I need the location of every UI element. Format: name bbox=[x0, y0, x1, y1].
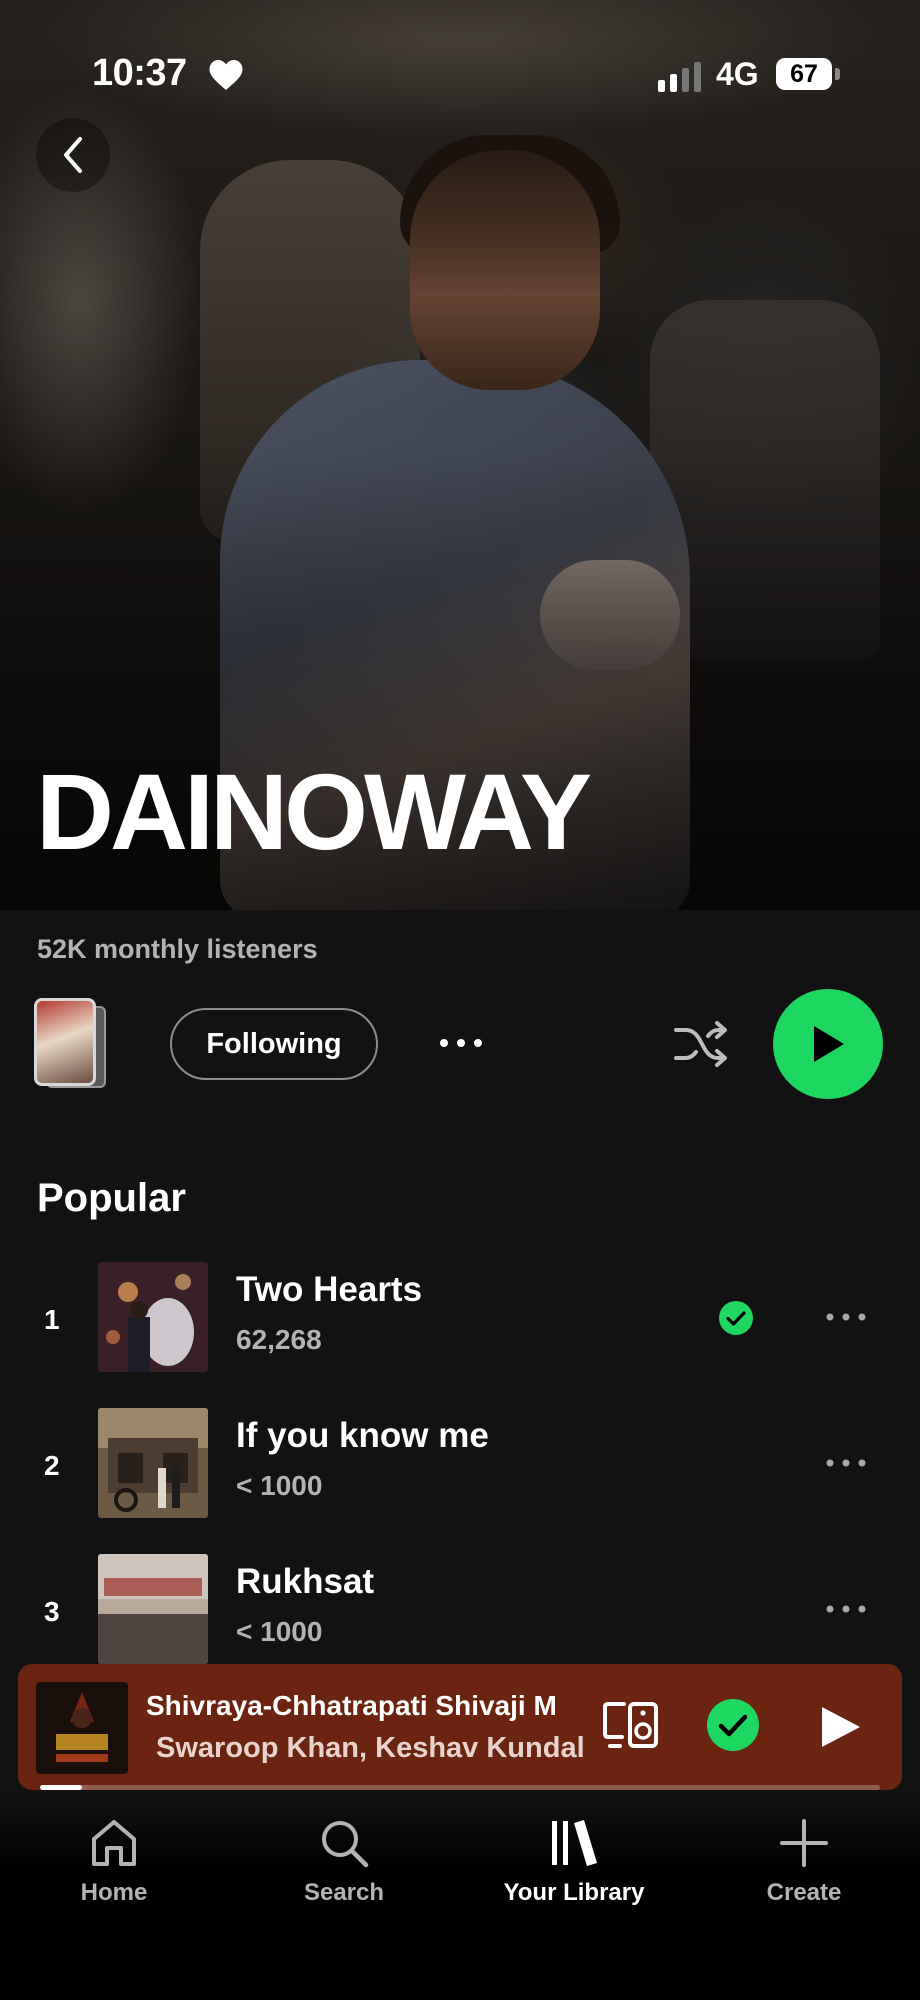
track-title: Two Hearts bbox=[236, 1270, 423, 1309]
thumbnail-front bbox=[34, 998, 96, 1086]
heart-icon bbox=[209, 60, 243, 90]
nav-home[interactable]: Home bbox=[14, 1817, 214, 1937]
battery-indicator: 67 bbox=[776, 58, 832, 90]
nav-search-label: Search bbox=[303, 1879, 385, 1906]
track-number: 2 bbox=[44, 1450, 60, 1481]
nav-your-library[interactable]: Your Library bbox=[474, 1817, 674, 1937]
track-play-count: 62,268 bbox=[236, 1324, 322, 1355]
battery-tip bbox=[835, 68, 840, 80]
shuffle-icon[interactable] bbox=[672, 1016, 728, 1072]
track-number: 1 bbox=[44, 1304, 60, 1335]
track-play-count: < 1000 bbox=[236, 1616, 323, 1647]
artist-preview-thumbnail[interactable] bbox=[34, 998, 106, 1088]
monthly-listeners: 52K monthly listeners bbox=[37, 934, 318, 964]
track-more-icon[interactable] bbox=[822, 1448, 870, 1478]
track-row[interactable]: 1 Two Hearts 62,268 bbox=[0, 1262, 920, 1378]
track-row[interactable]: 2 If you know me < 1000 bbox=[0, 1408, 920, 1524]
status-time: 10:37 bbox=[92, 52, 187, 94]
track-artwork bbox=[98, 1408, 208, 1518]
track-number: 3 bbox=[44, 1596, 60, 1627]
nav-home-label: Home bbox=[80, 1879, 148, 1906]
mini-player[interactable]: Shivraya-Chhatrapati Shivaji M Swaroop K… bbox=[18, 1664, 902, 1790]
now-playing-artist: Swaroop Khan, Keshav Kundal bbox=[156, 1732, 585, 1764]
track-play-count: < 1000 bbox=[236, 1470, 323, 1501]
popular-heading: Popular bbox=[37, 1176, 186, 1220]
saved-check-icon[interactable] bbox=[718, 1300, 754, 1336]
playback-progress-fill bbox=[40, 1785, 82, 1790]
now-playing-title: Shivraya-Chhatrapati Shivaji M bbox=[146, 1690, 557, 1721]
playback-progress[interactable] bbox=[40, 1785, 880, 1790]
nav-create-label: Create bbox=[766, 1879, 842, 1906]
more-options-icon[interactable] bbox=[436, 1020, 486, 1066]
network-type: 4G bbox=[716, 56, 759, 92]
nav-your-library-label: Your Library bbox=[503, 1879, 645, 1906]
chevron-left-icon bbox=[64, 137, 82, 173]
plus-icon bbox=[780, 1819, 828, 1867]
play-icon bbox=[814, 1026, 844, 1062]
artist-name: DAINOWAY bbox=[36, 751, 592, 872]
saved-check-icon[interactable] bbox=[706, 1698, 760, 1752]
track-artwork bbox=[98, 1554, 208, 1664]
status-bar: 10:37 4G 67 bbox=[0, 0, 920, 150]
home-icon bbox=[92, 1820, 136, 1866]
nav-search[interactable]: Search bbox=[244, 1817, 444, 1937]
play-button[interactable] bbox=[773, 989, 883, 1099]
search-icon bbox=[322, 1821, 369, 1868]
artist-header-image: 10:37 4G 67 DAINOWAY bbox=[0, 0, 920, 910]
signal-icon bbox=[658, 62, 701, 92]
mini-play-icon[interactable] bbox=[818, 1704, 862, 1750]
nav-create[interactable]: Create bbox=[704, 1817, 904, 1937]
track-artwork bbox=[98, 1262, 208, 1372]
bottom-navigation: Home Search Your Library Create bbox=[0, 1795, 920, 2000]
track-more-icon[interactable] bbox=[822, 1594, 870, 1624]
back-button[interactable] bbox=[36, 118, 110, 192]
library-icon bbox=[552, 1820, 597, 1866]
connect-device-icon[interactable] bbox=[602, 1700, 660, 1750]
track-more-icon[interactable] bbox=[822, 1302, 870, 1332]
track-title: If you know me bbox=[236, 1416, 489, 1455]
track-title: Rukhsat bbox=[236, 1562, 375, 1601]
following-button[interactable]: Following bbox=[170, 1008, 378, 1080]
now-playing-artwork bbox=[36, 1682, 128, 1774]
track-row[interactable]: 3 Rukhsat < 1000 bbox=[0, 1554, 920, 1670]
